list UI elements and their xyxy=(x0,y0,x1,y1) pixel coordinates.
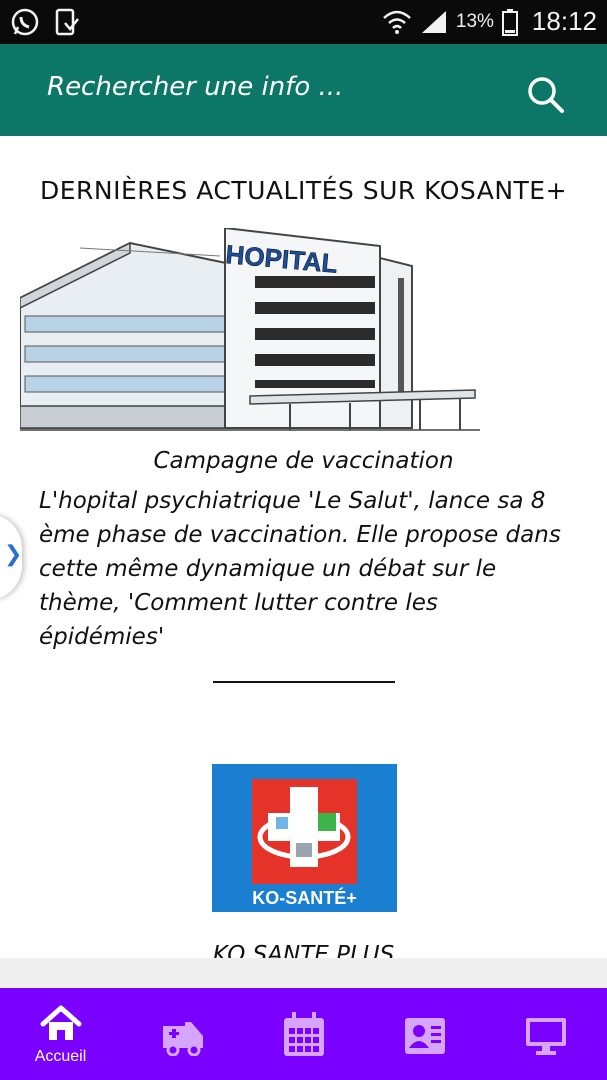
logo-red-square xyxy=(252,779,357,884)
logo-caption: KO-SANTÉ+ xyxy=(252,888,357,908)
home-icon xyxy=(40,1005,82,1040)
nav-item-monitor[interactable] xyxy=(484,988,605,1080)
kosante-logo[interactable]: KO-SANTÉ+ xyxy=(212,764,397,912)
battery-icon xyxy=(501,8,518,36)
nav-label-accueil: Accueil xyxy=(34,1048,87,1065)
news-feed: DERNIÈRES ACTUALITÉS SUR KOSANTE+ HOPITA… xyxy=(0,136,607,958)
chevron-right-icon: ❯ xyxy=(4,542,23,567)
nav-item-contacts[interactable] xyxy=(363,988,484,1080)
next-article-title[interactable]: KO SANTE PLUS xyxy=(0,942,607,958)
hospital-illustration[interactable]: HOPITAL xyxy=(20,228,480,440)
battery-percent: 13% xyxy=(455,10,494,32)
section-title: DERNIÈRES ACTUALITÉS SUR KOSANTE+ xyxy=(39,176,568,205)
whatsapp-icon xyxy=(11,8,39,36)
search-input[interactable]: Rechercher une info ... xyxy=(47,72,343,102)
status-bar: 13% 18:12 xyxy=(0,0,607,44)
article-title[interactable]: Campagne de vaccination xyxy=(0,448,607,474)
ambulance-icon xyxy=(163,1022,203,1056)
app-bar: Rechercher une info ... xyxy=(0,44,607,136)
monitor-icon xyxy=(526,1018,566,1055)
sim-download-icon xyxy=(55,8,79,36)
article-body: L'hopital psychiatrique 'Le Salut', lanc… xyxy=(39,488,561,650)
nav-item-accueil[interactable]: Accueil xyxy=(0,988,121,1080)
divider xyxy=(213,681,395,683)
signal-icon xyxy=(421,10,446,33)
bottom-nav: Accueil xyxy=(0,988,607,1080)
wifi-icon xyxy=(383,10,411,34)
bottom-divider-strip xyxy=(0,958,607,988)
medical-cross-icon xyxy=(257,787,351,867)
nav-item-ambulance[interactable] xyxy=(121,988,242,1080)
search-icon[interactable] xyxy=(524,73,566,115)
contacts-icon xyxy=(405,1018,445,1054)
calendar-icon xyxy=(284,1012,324,1056)
nav-item-calendar[interactable] xyxy=(242,988,363,1080)
clock: 18:12 xyxy=(531,6,597,36)
